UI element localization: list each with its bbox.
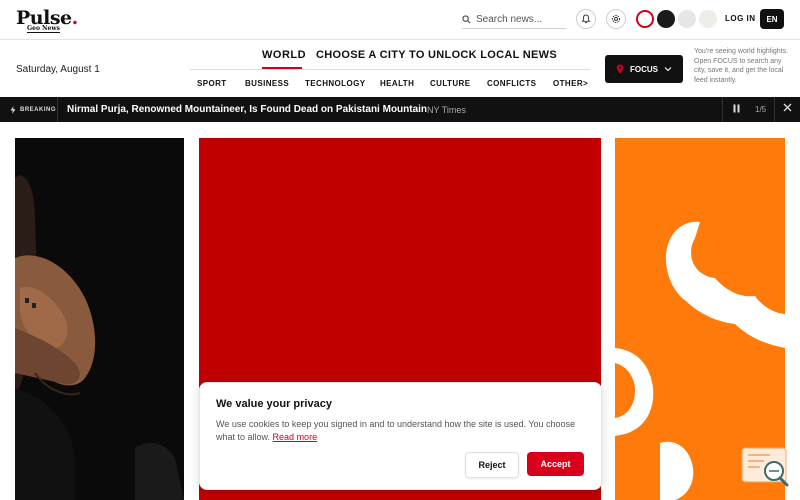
current-date: Saturday, August 1 [16, 64, 100, 75]
close-icon [783, 103, 792, 112]
breaking-divider [57, 97, 58, 122]
embrace-photo [15, 138, 184, 500]
choose-city-link[interactable]: CHOOSE A CITY TO UNLOCK LOCAL NEWS [316, 49, 557, 61]
theme-swatch-dark[interactable] [657, 10, 675, 28]
tab-world[interactable]: WORLD [262, 49, 306, 61]
chevron-down-icon [664, 67, 672, 72]
category-conflicts[interactable]: CONFLICTS [487, 79, 536, 88]
pause-button[interactable] [733, 104, 740, 115]
theme-swatch-white[interactable] [636, 10, 654, 28]
theme-swatch-cream[interactable] [699, 10, 717, 28]
gear-icon [612, 15, 620, 23]
search-icon [462, 14, 471, 23]
cookie-body: We use cookies to keep you signed in and… [216, 419, 576, 442]
read-more-link[interactable]: Read more [273, 432, 318, 442]
cookie-text: We use cookies to keep you signed in and… [216, 418, 576, 443]
focus-button[interactable]: FOCUS [605, 55, 683, 83]
category-technology[interactable]: TECHNOLOGY [305, 79, 365, 88]
login-link[interactable]: LOG IN [725, 14, 756, 23]
breaking-source: NY Times [427, 105, 466, 115]
breaking-badge: BREAKING [10, 106, 56, 114]
accept-button[interactable]: Accept [527, 452, 584, 476]
article-card-image-left[interactable] [15, 138, 184, 500]
breaking-headline[interactable]: Nirmal Purja, Renowned Mountaineer, Is F… [67, 104, 427, 115]
search-placeholder: Search news... [476, 13, 543, 25]
floating-assistant-button[interactable] [740, 445, 792, 489]
category-health[interactable]: HEALTH [380, 79, 414, 88]
category-business[interactable]: BUSINESS [245, 79, 289, 88]
header-divider [0, 39, 800, 40]
cookie-consent-dialog: We value your privacy We use cookies to … [199, 382, 602, 490]
category-culture[interactable]: CULTURE [430, 79, 470, 88]
theme-swatch-gray[interactable] [678, 10, 696, 28]
settings-button[interactable] [606, 9, 626, 29]
breaking-divider-2 [722, 97, 723, 122]
search-input[interactable]: Search news... [462, 10, 566, 29]
category-other[interactable]: OTHER> [553, 79, 588, 88]
logo-dot: . [71, 7, 79, 29]
cookie-title: We value your privacy [216, 398, 332, 410]
breaking-label: BREAKING [20, 107, 57, 113]
reject-button[interactable]: Reject [465, 452, 519, 478]
breaking-divider-3 [774, 97, 775, 122]
pause-icon [733, 104, 740, 113]
bell-icon [581, 14, 591, 24]
nav-divider [190, 69, 590, 70]
lightning-icon [10, 106, 16, 114]
breaking-counter: 1/5 [755, 105, 767, 114]
category-sport[interactable]: SPORT [197, 79, 227, 88]
document-search-icon [741, 447, 789, 487]
language-button[interactable]: EN [760, 9, 784, 29]
close-button[interactable] [783, 103, 792, 115]
notifications-button[interactable] [576, 9, 596, 29]
map-pin-icon [616, 64, 624, 74]
focus-hint: You're seeing world highlights. Open FOC… [694, 48, 789, 84]
focus-label: FOCUS [630, 64, 658, 74]
breaking-news-bar: BREAKING Nirmal Purja, Renowned Mountain… [0, 97, 800, 122]
logo-subtitle: Geo News [27, 25, 60, 33]
